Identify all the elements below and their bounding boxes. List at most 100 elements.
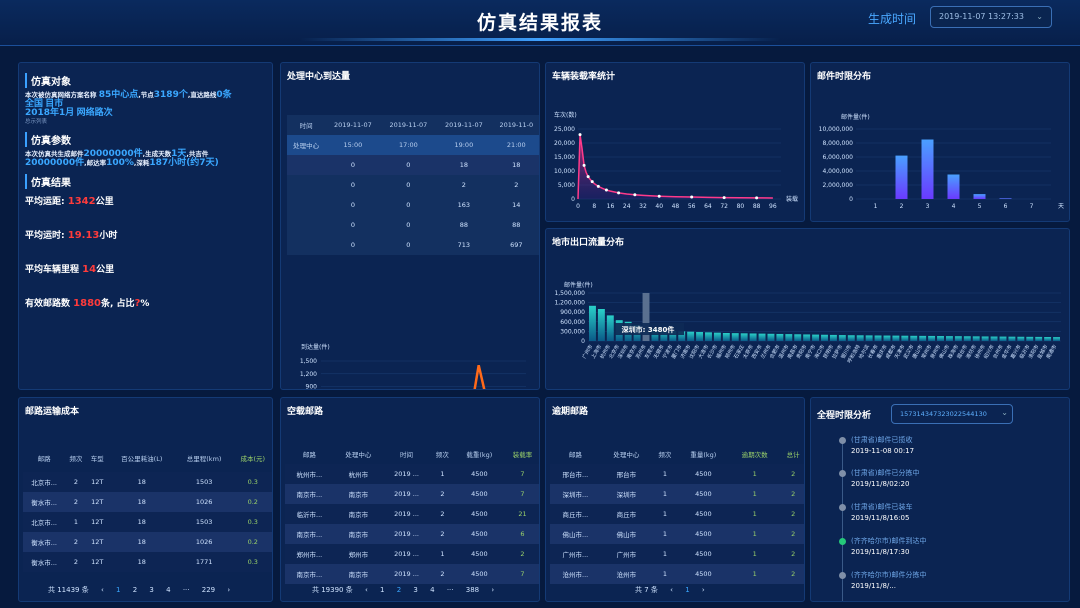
time-limit-panel: 邮件时限分布 邮件量(件) 0 2,000,000 4,000,000 6,000,00… — [810, 62, 1070, 222]
panel-title: 逾期邮路 — [552, 407, 589, 417]
bar — [1053, 337, 1060, 341]
pager-ellipsis[interactable]: ··· — [447, 586, 454, 594]
table-row[interactable]: 0 0 713 697 — [287, 235, 539, 255]
pager-page[interactable]: 1 — [116, 586, 120, 594]
y-tick-label: 900 — [306, 384, 318, 390]
x-tick-label: 4 — [952, 203, 956, 210]
route-cost-panel: 邮路运输成本 邮路 频次 车型 百公里耗油(L) 总里程(km) 成本(元) 北京市...… — [18, 397, 273, 602]
y-tick-label: 0 — [581, 338, 585, 345]
pager-next[interactable]: › — [702, 586, 705, 594]
table-row[interactable]: 杭州市... 杭州市 2019 ... 1 4500 7 — [285, 464, 539, 484]
pager-prev[interactable]: ‹ — [670, 586, 673, 594]
bar — [785, 334, 793, 341]
pager-next[interactable]: › — [491, 586, 494, 594]
y-tick-label: 6,000,000 — [822, 154, 853, 161]
bar — [937, 336, 944, 341]
table-row[interactable]: 北京市... 1 12T 18 1503 0.3 — [23, 512, 272, 532]
table-row[interactable]: 南京市... 南京市 2019 ... 2 4500 7 — [285, 484, 539, 504]
pager-prev[interactable]: ‹ — [365, 586, 368, 594]
gen-time-value: 2019-11-07 13:27:33 — [939, 12, 1024, 21]
bar — [838, 335, 846, 341]
table-row[interactable]: 临沂市... 南京市 2019 ... 2 4500 21 — [285, 504, 539, 524]
pager-page[interactable]: 1 — [380, 586, 384, 594]
pager-page[interactable]: 3 — [413, 586, 417, 594]
empty-route-panel: 空载邮路 邮路 处理中心 时间 频次 载重(kg) 装载率 杭州市... 杭州市 2019 .… — [280, 397, 540, 602]
table-row[interactable]: 0 0 88 88 — [287, 215, 539, 235]
object-text: 本次被仿真网络方案名称 85中心点,节点3189个,直达路线0条 全国 目市 20… — [25, 90, 232, 118]
x-tick-label: 7 — [1030, 203, 1034, 210]
load-rate-panel: 车辆装载率统计 车次(数) 0 5,000 10,000 15,000 20,000 25,… — [545, 62, 805, 222]
data-point — [657, 194, 661, 198]
pager-page[interactable]: 1 — [685, 586, 689, 594]
bar — [999, 336, 1007, 341]
x-tick-label: 1 — [874, 203, 878, 210]
bar — [990, 336, 998, 341]
pager-page[interactable]: 4 — [430, 586, 434, 594]
y-tick-label: 0 — [849, 196, 853, 203]
summary-panel: 仿真对象 本次被仿真网络方案名称 85中心点,节点3189个,直达路线0条 全国… — [18, 62, 273, 390]
pager-page[interactable]: 3 — [149, 586, 153, 594]
table-row[interactable]: 衡水市... 2 12T 18 1026 0.2 — [23, 492, 272, 512]
y-tick-label: 10,000,000 — [819, 126, 854, 133]
table-row[interactable]: 深圳市... 深圳市 1 4500 1 2 — [550, 484, 804, 504]
panel-title: 全程时限分析 — [817, 411, 872, 421]
table-row[interactable]: 衡水市... 2 12T 18 1771 0.3 — [23, 552, 272, 572]
tracking-number-select[interactable]: 157314347323022544130 ⌄ — [891, 404, 1013, 424]
pager-next[interactable]: › — [227, 586, 230, 594]
bar — [1008, 336, 1016, 341]
pager-page[interactable]: 388 — [466, 586, 479, 594]
table-row[interactable]: 广州市... 广州市 1 4500 1 2 — [550, 544, 804, 564]
y-axis-label: 车次(数) — [554, 111, 577, 119]
table-row[interactable]: 郑州市... 郑州市 2019 ... 1 4500 2 — [285, 544, 539, 564]
table-row[interactable]: 佛山市... 佛山市 1 4500 1 2 — [550, 524, 804, 544]
pager-page[interactable]: 2 — [133, 586, 137, 594]
center-arrival-panel: 处理中心到达量 时间 2019-11-07 2019-11-07 2019-11-07… — [280, 62, 540, 390]
y-axis-label: 到达量(件) — [301, 343, 330, 351]
pager-page[interactable]: 4 — [166, 586, 170, 594]
table-row[interactable]: 0 0 163 14 — [287, 195, 539, 215]
bar — [722, 333, 730, 341]
table-row[interactable]: 南京市... 南京市 2019 ... 2 4500 6 — [285, 524, 539, 544]
x-tick-label: 3 — [926, 203, 930, 210]
pager-page[interactable]: 2 — [397, 586, 401, 594]
metric-avg-vehicle: 平均车辆里程 14公里 — [25, 264, 115, 275]
panel-title: 车辆装载率统计 — [552, 72, 616, 82]
gen-time-label: 生成时间 — [868, 12, 917, 26]
table-row[interactable]: 0022 — [287, 175, 539, 195]
city-flow-chart: 邮件量(件) 0 300,000 600,000 900,000 1,200,000 1,5… — [554, 281, 1061, 364]
overdue-route-panel: 逾期邮路 邮路 处理中心 频次 重量(kg) 逾期次数 总计 邢台市... 邢台市 1 4500… — [545, 397, 805, 602]
bar — [1026, 336, 1034, 341]
x-tick-label: 88 — [753, 203, 761, 210]
table-row[interactable]: 商丘市... 商丘市 1 4500 1 2 — [550, 504, 804, 524]
section-object: 仿真对象 — [25, 73, 266, 88]
data-point — [633, 193, 637, 197]
bar — [973, 194, 986, 199]
x-axis-label: 装载 — [786, 195, 798, 203]
y-tick-label: 20,000 — [554, 140, 575, 147]
pager-page[interactable]: 229 — [202, 586, 215, 594]
table-row[interactable]: 南京市... 南京市 2019 ... 2 4500 7 — [285, 564, 539, 584]
pager-prev[interactable]: ‹ — [101, 586, 104, 594]
table-row[interactable]: 0 0 18 18 — [287, 155, 539, 175]
table-row[interactable]: 北京市... 2 12T 18 1503 0.3 — [23, 472, 272, 492]
pager-ellipsis[interactable]: ··· — [183, 586, 190, 594]
time-limit-chart: 邮件量(件) 0 2,000,000 4,000,000 6,000,000 8,000,… — [819, 113, 1064, 210]
tracking-panel: 全程时限分析 157314347323022544130 ⌄ (甘肃省)邮件已揽收… — [810, 397, 1070, 602]
chevron-down-icon: ⌄ — [1001, 408, 1008, 417]
y-tick-label: 1,200,000 — [554, 300, 585, 307]
overdue-table: 邮路 处理中心 频次 重量(kg) 逾期次数 总计 邢台市... 邢台市 1 4500 1 2 深圳… — [550, 444, 804, 584]
x-tick-label: 48 — [672, 203, 680, 210]
panel-title: 空载邮路 — [287, 407, 324, 417]
metric-note — [25, 207, 266, 223]
table-row[interactable]: 沧州市... 沧州市 1 4500 1 2 — [550, 564, 804, 584]
y-tick-label: 5,000 — [558, 182, 575, 189]
gen-time-select[interactable]: 2019-11-07 13:27:33 ⌄ — [930, 6, 1052, 28]
pager-total: 共 11439 条 — [48, 586, 89, 594]
table-row[interactable]: 邢台市... 邢台市 1 4500 1 2 — [550, 464, 804, 484]
x-tick-label: 80 — [737, 203, 745, 210]
table-row[interactable]: 衡水市... 2 12T 18 1026 0.2 — [23, 532, 272, 552]
bar — [1017, 336, 1025, 341]
y-tick-label: 600,000 — [560, 319, 585, 326]
data-point — [586, 175, 590, 179]
page-title: 仿真结果报表 — [476, 12, 603, 34]
